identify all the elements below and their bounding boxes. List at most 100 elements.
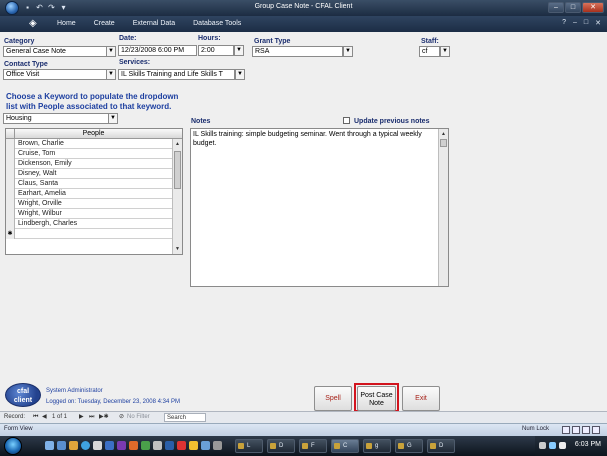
taskbar-task[interactable]: G <box>395 439 423 453</box>
people-column-header[interactable]: People <box>15 129 172 138</box>
quicklaunch-icon[interactable] <box>141 441 150 450</box>
taskbar-task[interactable]: L <box>235 439 263 453</box>
record-position[interactable]: 1 of 1 <box>52 413 67 422</box>
contact-type-dropdown-icon[interactable]: ▼ <box>106 69 116 80</box>
select-all-corner[interactable] <box>6 129 15 138</box>
tab-create[interactable]: Create <box>85 19 124 29</box>
services-select[interactable]: IL Skills Training and Life Skills T <box>118 69 235 80</box>
tray-icon[interactable] <box>539 442 546 449</box>
tab-home[interactable]: Home <box>48 19 85 29</box>
layout-view-icon[interactable] <box>582 426 590 434</box>
keyword-dropdown-icon[interactable]: ▼ <box>108 113 118 124</box>
new-record-button[interactable]: ▶✱ <box>99 413 109 422</box>
show-desktop-icon[interactable] <box>45 441 54 450</box>
first-record-button[interactable]: ⏮ <box>33 413 38 422</box>
staff-dropdown-icon[interactable]: ▼ <box>440 46 450 57</box>
date-field[interactable]: 12/23/2008 6:00 PM <box>118 45 197 56</box>
quicklaunch-icon[interactable] <box>93 441 102 450</box>
scroll-thumb[interactable] <box>174 151 181 189</box>
quicklaunch-icon[interactable] <box>129 441 138 450</box>
list-item[interactable]: Dickenson, Emily <box>6 159 172 169</box>
post-case-note-button[interactable]: Post Case Note <box>357 386 396 411</box>
volume-icon[interactable] <box>559 442 566 449</box>
quicklaunch-icon[interactable] <box>201 441 210 450</box>
last-record-button[interactable]: ⏭ <box>89 413 94 422</box>
list-item[interactable]: Wright, Wilbur <box>6 209 172 219</box>
row-selector[interactable] <box>6 179 15 189</box>
taskbar-task[interactable]: F <box>299 439 327 453</box>
keyword-select[interactable]: Housing <box>3 113 109 124</box>
scroll-down-icon[interactable]: ▼ <box>173 244 182 254</box>
maximize-button[interactable]: □ <box>565 2 581 13</box>
category-select[interactable]: General Case Note <box>3 46 107 57</box>
category-dropdown-icon[interactable]: ▼ <box>106 46 116 57</box>
hours-dropdown-icon[interactable]: ▼ <box>234 45 244 56</box>
grant-type-dropdown-icon[interactable]: ▼ <box>343 46 353 57</box>
row-selector[interactable] <box>6 189 15 199</box>
scroll-up-icon[interactable]: ▲ <box>173 139 182 149</box>
list-item[interactable]: Lindbergh, Charles <box>6 219 172 229</box>
list-item[interactable]: Wright, Orville <box>6 199 172 209</box>
design-view-icon[interactable] <box>592 426 600 434</box>
new-record-icon: ✱ <box>6 229 15 239</box>
close-button[interactable]: ✕ <box>582 2 604 13</box>
clock[interactable]: 6:03 PM <box>575 441 601 448</box>
new-record-row[interactable]: ✱ <box>6 229 172 239</box>
list-item[interactable]: Brown, Charlie <box>6 139 172 149</box>
exit-button[interactable]: Exit <box>402 386 440 411</box>
row-selector[interactable] <box>6 149 15 159</box>
notes-scroll-thumb[interactable] <box>440 139 447 147</box>
quicklaunch-icon[interactable] <box>117 441 126 450</box>
row-selector[interactable] <box>6 219 15 229</box>
list-item[interactable]: Cruise, Tom <box>6 149 172 159</box>
list-item[interactable]: Claus, Santa <box>6 179 172 189</box>
contact-type-select[interactable]: Office Visit <box>3 69 107 80</box>
quicklaunch-icon[interactable] <box>177 441 186 450</box>
browser-icon[interactable] <box>81 441 90 450</box>
row-selector[interactable] <box>6 139 15 149</box>
services-dropdown-icon[interactable]: ▼ <box>235 69 245 80</box>
quicklaunch-icon[interactable] <box>213 441 222 450</box>
previous-record-button[interactable]: ◀ <box>42 413 47 422</box>
taskbar-task-active[interactable]: C <box>331 439 359 453</box>
quicklaunch-icon[interactable] <box>165 441 174 450</box>
row-selector[interactable] <box>6 199 15 209</box>
row-selector[interactable] <box>6 169 15 179</box>
filter-icon: ⊘ <box>119 414 125 420</box>
taskbar-task[interactable]: D <box>267 439 295 453</box>
tab-external-data[interactable]: External Data <box>124 19 184 29</box>
start-button-icon[interactable] <box>4 437 22 455</box>
people-scrollbar[interactable]: ▲ ▼ <box>172 139 182 254</box>
datasheet-view-icon[interactable] <box>572 426 580 434</box>
minimize-button[interactable]: – <box>548 2 564 13</box>
row-selector[interactable] <box>6 159 15 169</box>
doc-minimize-button[interactable]: – <box>573 19 577 27</box>
no-filter-button[interactable]: No Filter <box>127 413 150 422</box>
network-icon[interactable] <box>549 442 556 449</box>
notes-scroll-up-icon[interactable]: ▲ <box>439 129 448 139</box>
quicklaunch-icon[interactable] <box>57 441 66 450</box>
quicklaunch-icon[interactable] <box>69 441 78 450</box>
spell-check-button[interactable]: Spell Check <box>314 386 352 425</box>
hours-select[interactable]: 2:00 <box>198 45 234 56</box>
doc-close-button[interactable]: ✕ <box>595 19 601 27</box>
staff-select[interactable]: cf <box>419 46 440 57</box>
notes-textarea[interactable]: IL Skills training: simple budgeting sem… <box>190 128 449 287</box>
next-record-button[interactable]: ▶ <box>79 413 84 422</box>
list-item[interactable]: Disney, Walt <box>6 169 172 179</box>
tab-database-tools[interactable]: Database Tools <box>184 19 250 29</box>
row-selector[interactable] <box>6 209 15 219</box>
taskbar-task[interactable]: g <box>363 439 391 453</box>
notes-scrollbar[interactable]: ▲ <box>438 129 448 286</box>
taskbar-task[interactable]: D <box>427 439 455 453</box>
form-view-icon[interactable] <box>562 426 570 434</box>
quicklaunch-icon[interactable] <box>153 441 162 450</box>
list-item[interactable]: Earhart, Amelia <box>6 189 172 199</box>
update-previous-notes-checkbox[interactable] <box>343 117 350 124</box>
grant-type-select[interactable]: RSA <box>252 46 343 57</box>
quicklaunch-icon[interactable] <box>189 441 198 450</box>
quicklaunch-icon[interactable] <box>105 441 114 450</box>
search-input[interactable]: Search <box>164 413 206 422</box>
help-icon[interactable]: ? <box>562 19 566 27</box>
doc-restore-button[interactable]: □ <box>584 19 588 27</box>
